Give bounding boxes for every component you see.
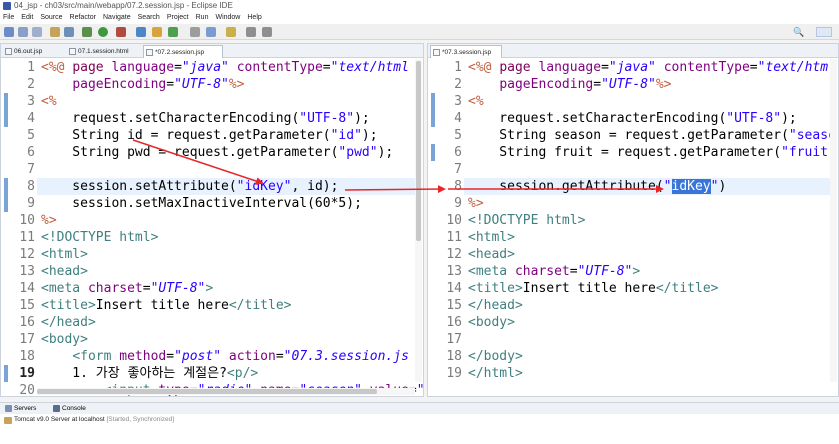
menu-source[interactable]: Source <box>40 14 62 21</box>
magnifier-icon[interactable]: 🔍 <box>793 27 804 38</box>
tab-servers[interactable]: Servers <box>4 403 36 414</box>
main-toolbar: 🔍 <box>0 24 839 40</box>
menu-refactor[interactable]: Refactor <box>70 14 96 21</box>
menu-edit[interactable]: Edit <box>21 14 33 21</box>
left-code-area[interactable]: 1 <%@ page language="java" contentType="t… <box>1 59 423 396</box>
server-status: [Started, Synchronized] <box>106 416 175 423</box>
jsp-file-icon <box>433 49 440 56</box>
back-icon[interactable] <box>246 27 256 37</box>
servers-icon <box>5 405 12 412</box>
annotation-icon[interactable] <box>226 27 236 37</box>
menu-run[interactable]: Run <box>196 14 209 21</box>
right-code-area[interactable]: 1 <%@ page language="java" contentType="t… <box>428 59 838 396</box>
window-title-bar: 04_jsp - ch03/src/main/webapp/07.2.sessi… <box>0 0 839 12</box>
left-editor[interactable]: 06.out.jsp 07.1.session.html *07.2.sessi… <box>0 43 424 397</box>
right-vertical-scrollbar[interactable] <box>830 59 837 382</box>
tab-console[interactable]: Console <box>52 403 86 414</box>
save-icon[interactable] <box>18 27 28 37</box>
menu-file[interactable]: File <box>3 14 14 21</box>
new-class-icon[interactable] <box>168 27 178 37</box>
tomcat-server-icon <box>4 417 12 424</box>
html-file-icon <box>69 48 76 55</box>
new-package-icon[interactable] <box>152 27 162 37</box>
left-vertical-scrollbar[interactable] <box>415 59 422 382</box>
search-tool-icon[interactable] <box>206 27 216 37</box>
menu-help[interactable]: Help <box>247 14 261 21</box>
menu-navigate[interactable]: Navigate <box>103 14 131 21</box>
left-editor-tabs: 06.out.jsp 07.1.session.html *07.2.sessi… <box>1 44 423 58</box>
new-java-project-icon[interactable] <box>136 27 146 37</box>
run-icon[interactable] <box>98 27 108 37</box>
forward-icon[interactable] <box>262 27 272 37</box>
external-tools-icon[interactable] <box>116 27 126 37</box>
save-all-icon[interactable] <box>32 27 42 37</box>
menu-project[interactable]: Project <box>167 14 189 21</box>
open-type-icon[interactable] <box>190 27 200 37</box>
perspective-icon[interactable] <box>816 27 832 37</box>
jsp-file-icon <box>146 49 153 56</box>
tab-07-3-session-jsp[interactable]: *07.3.session.jsp <box>430 45 502 58</box>
servers-panel: Servers Console Tomcat v9.0 Server at lo… <box>0 402 839 444</box>
scroll-thumb[interactable] <box>416 61 421 241</box>
server-entry[interactable]: Tomcat v9.0 Server at localhost [Started… <box>14 416 174 423</box>
build-icon[interactable] <box>50 27 60 37</box>
selected-text-idkey[interactable]: idKey <box>671 179 711 194</box>
debug-icon[interactable] <box>82 27 92 37</box>
menu-search[interactable]: Search <box>138 14 160 21</box>
new-icon[interactable] <box>4 27 14 37</box>
tab-07-2-session-jsp[interactable]: *07.2.session.jsp <box>143 45 223 58</box>
menu-window[interactable]: Window <box>215 14 240 21</box>
right-editor[interactable]: *07.3.session.jsp 1 <%@ page language="ja… <box>427 43 839 397</box>
terminal-icon[interactable] <box>64 27 74 37</box>
left-horizontal-scrollbar[interactable] <box>37 388 415 395</box>
eclipse-app-icon <box>3 2 11 10</box>
bottom-panel-tabs: Servers Console <box>0 403 839 414</box>
scroll-thumb[interactable] <box>37 389 377 394</box>
right-editor-tabs: *07.3.session.jsp <box>428 44 838 58</box>
console-icon <box>53 405 60 412</box>
jsp-file-icon <box>5 48 12 55</box>
window-title: 04_jsp - ch03/src/main/webapp/07.2.sessi… <box>14 1 233 10</box>
tab-06-out-jsp[interactable]: 06.out.jsp <box>3 45 63 58</box>
server-name: Tomcat v9.0 Server at localhost <box>14 416 105 423</box>
menu-bar: File Edit Source Refactor Navigate Search Proj… <box>0 12 839 24</box>
tab-07-1-session-html[interactable]: 07.1.session.html <box>67 45 141 58</box>
